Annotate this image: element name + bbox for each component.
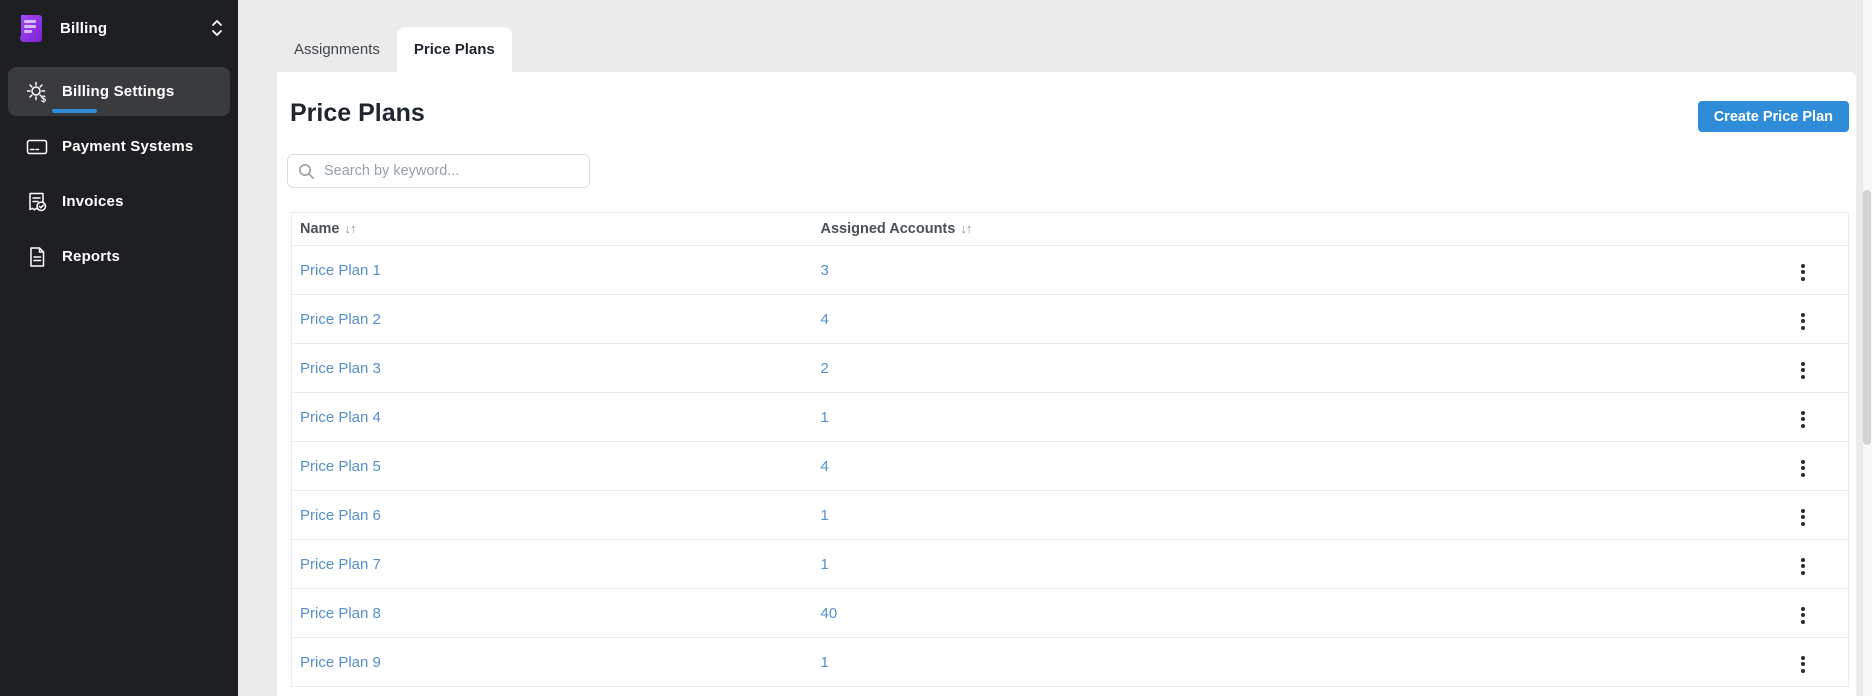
column-header-assigned-accounts[interactable]: Assigned Accounts ↓↑ [820,212,1793,246]
table-row: Price Plan 9 1 [291,637,1849,687]
assigned-accounts-link[interactable]: 1 [821,409,829,426]
vertical-scrollbar-thumb[interactable] [1863,190,1871,445]
row-menu-kebab-icon[interactable] [1793,651,1813,678]
sidebar-item-label: Billing Settings [62,83,175,100]
tab-price-plans[interactable]: Price Plans [396,27,512,72]
sort-arrows-icon: ↓↑ [344,221,357,236]
plan-name-link[interactable]: Price Plan 3 [300,360,381,377]
svg-text:$: $ [41,94,46,104]
plan-name-link[interactable]: Price Plan 7 [300,556,381,573]
assigned-accounts-link[interactable]: 1 [821,556,829,573]
row-menu-kebab-icon[interactable] [1793,259,1813,286]
assigned-accounts-link[interactable]: 1 [821,654,829,671]
plan-name-link[interactable]: Price Plan 9 [300,654,381,671]
plan-name-link[interactable]: Price Plan 8 [300,605,381,622]
sidebar-item-payment-systems[interactable]: Payment Systems [8,119,230,174]
search-input[interactable] [324,163,579,179]
plan-name-link[interactable]: Price Plan 4 [300,409,381,426]
row-menu-kebab-icon[interactable] [1793,308,1813,335]
billing-app-logo-icon [15,12,48,45]
table-row: Price Plan 4 1 [291,392,1849,442]
report-document-icon [25,245,49,269]
create-price-plan-button[interactable]: Create Price Plan [1697,101,1849,132]
price-plans-card: Price Plans Create Price Plan Name↓↑ Ass… [277,72,1856,696]
table-row: Price Plan 3 2 [291,343,1849,393]
sidebar-item-billing-settings[interactable]: $ Billing Settings [8,67,230,116]
sidebar: Billing $ Billing Settings Payment Syste… [0,0,238,696]
tab-assignments[interactable]: Assignments [277,27,397,72]
table-row: Price Plan 5 4 [291,441,1849,491]
row-menu-kebab-icon[interactable] [1793,406,1813,433]
assigned-accounts-link[interactable]: 40 [821,605,838,622]
app-title: Billing [60,19,108,37]
assigned-accounts-link[interactable]: 4 [821,458,829,475]
table-row: Price Plan 1 3 [291,245,1849,295]
tab-bar: Assignments Price Plans [277,27,512,72]
row-menu-kebab-icon[interactable] [1793,553,1813,580]
row-menu-kebab-icon[interactable] [1793,357,1813,384]
page-title: Price Plans [290,99,425,127]
table-row: Price Plan 2 4 [291,294,1849,344]
active-item-underline [52,109,97,113]
sidebar-item-reports[interactable]: Reports [8,229,230,284]
sidebar-nav: $ Billing Settings Payment Systems Invoi… [0,67,238,284]
row-menu-kebab-icon[interactable] [1793,455,1813,482]
gear-dollar-icon: $ [25,80,49,104]
search-icon [298,163,315,180]
sidebar-item-label: Payment Systems [62,138,194,155]
unfold-chevron-icon[interactable] [210,17,224,39]
credit-card-icon [25,135,49,159]
plan-name-link[interactable]: Price Plan 6 [300,507,381,524]
assigned-accounts-link[interactable]: 2 [821,360,829,377]
assigned-accounts-link[interactable]: 1 [821,507,829,524]
table-row: Price Plan 8 40 [291,588,1849,638]
invoice-check-icon [25,190,49,214]
row-menu-kebab-icon[interactable] [1793,504,1813,531]
column-header-name[interactable]: Name ↓↑ [291,212,821,246]
sidebar-header: Billing [0,0,238,56]
price-plans-table: Name ↓↑ Assigned Accounts ↓↑ Price Plan 1 … [291,212,1849,687]
plan-name-link[interactable]: Price Plan 5 [300,458,381,475]
plan-name-link[interactable]: Price Plan 1 [300,262,381,279]
table-row: Price Plan 6 1 [291,490,1849,540]
search-box [287,154,590,188]
sort-arrows-icon: ↓↑ [960,221,972,236]
column-header-actions [1792,212,1849,246]
sidebar-item-label: Invoices [62,193,124,210]
vertical-scrollbar-track[interactable] [1862,0,1872,696]
assigned-accounts-link[interactable]: 3 [821,262,829,279]
assigned-accounts-link[interactable]: 4 [821,311,829,328]
sidebar-item-invoices[interactable]: Invoices [8,174,230,229]
table-row: Price Plan 7 1 [291,539,1849,589]
sidebar-item-label: Reports [62,248,121,265]
plan-name-link[interactable]: Price Plan 2 [300,311,381,328]
table-header-row: Name ↓↑ Assigned Accounts ↓↑ [291,212,1849,246]
row-menu-kebab-icon[interactable] [1793,602,1813,629]
